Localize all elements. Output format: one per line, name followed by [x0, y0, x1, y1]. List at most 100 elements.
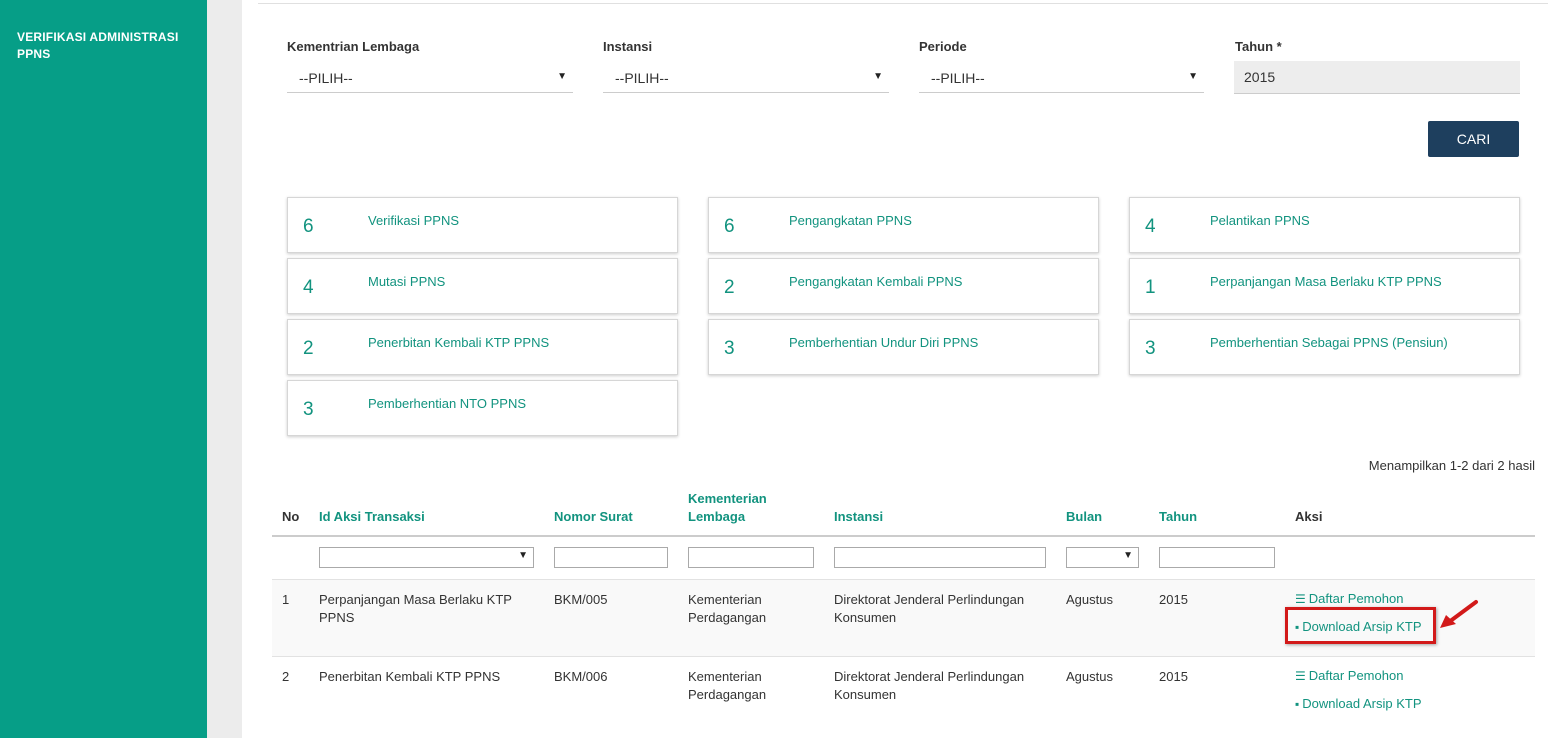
table-row-divider	[272, 656, 1535, 657]
card-label: Mutasi PPNS	[368, 274, 446, 289]
file-icon: ▪	[1295, 697, 1300, 711]
card-pengangkatan-kembali[interactable]: 2 Pengangkatan Kembali PPNS	[708, 258, 1099, 314]
column-header-no: No	[282, 509, 300, 524]
column-header-kementerian-line2: Lembaga	[688, 509, 746, 524]
row-id-aksi-line1: Perpanjangan Masa Berlaku KTP	[319, 592, 512, 607]
row-id-aksi: Penerbitan Kembali KTP PPNS	[319, 669, 501, 684]
nomor-surat-filter-input[interactable]	[554, 547, 668, 568]
card-penerbitan-kembali-ktp[interactable]: 2 Penerbitan Kembali KTP PPNS	[287, 319, 678, 375]
row-instansi-line2: Konsumen	[834, 610, 897, 625]
card-count: 4	[303, 277, 314, 298]
row-no: 1	[282, 592, 290, 607]
row-bulan: Agustus	[1066, 592, 1113, 607]
card-perpanjangan-ktp[interactable]: 1 Perpanjangan Masa Berlaku KTP PPNS	[1129, 258, 1520, 314]
column-header-tahun[interactable]: Tahun	[1159, 508, 1197, 526]
card-label: Verifikasi PPNS	[368, 213, 460, 228]
card-count: 1	[1145, 277, 1156, 298]
search-button[interactable]: CARI	[1428, 121, 1519, 157]
card-label: Pelantikan PPNS	[1210, 213, 1310, 228]
column-header-kementerian-line1: Kementerian	[688, 491, 767, 506]
card-pengangkatan[interactable]: 6 Pengangkatan PPNS	[708, 197, 1099, 253]
row-tahun: 2015	[1159, 592, 1188, 607]
highlight-box	[1285, 607, 1436, 644]
column-header-nomor-surat[interactable]: Nomor Surat	[554, 508, 633, 526]
kementrian-select[interactable]: --PILIH-- ▼	[287, 61, 573, 93]
column-header-instansi[interactable]: Instansi	[834, 508, 883, 526]
card-label: Pengangkatan PPNS	[789, 213, 912, 228]
card-count: 2	[303, 338, 314, 359]
kementerian-filter-input[interactable]	[688, 547, 814, 568]
row-kementerian-line1: Kementerian	[688, 592, 762, 607]
card-count: 6	[303, 216, 314, 237]
card-count: 3	[1145, 338, 1156, 359]
table-header-divider	[272, 535, 1535, 537]
row-no: 2	[282, 669, 290, 684]
row-bulan: Agustus	[1066, 669, 1113, 684]
list-icon: ☰	[1295, 592, 1306, 606]
row-tahun: 2015	[1159, 669, 1188, 684]
row-kementerian: Kementerian Perdagangan	[688, 591, 766, 627]
list-icon: ☰	[1295, 669, 1306, 683]
instansi-label: Instansi	[603, 39, 653, 54]
row-instansi: Direktorat Jenderal Perlindungan Konsume…	[834, 668, 1024, 704]
daftar-pemohon-link[interactable]: ☰ Daftar Pemohon	[1295, 591, 1403, 606]
card-pemberhentian-pensiun[interactable]: 3 Pemberhentian Sebagai PPNS (Pensiun)	[1129, 319, 1520, 375]
card-pemberhentian-nto[interactable]: 3 Pemberhentian NTO PPNS	[287, 380, 678, 436]
card-count: 2	[724, 277, 735, 298]
bulan-filter-select[interactable]: ▼	[1066, 547, 1139, 568]
row-id-aksi: Perpanjangan Masa Berlaku KTP PPNS	[319, 591, 512, 627]
sidebar: VERIFIKASI ADMINISTRASI PPNS	[0, 0, 207, 738]
card-label: Pengangkatan Kembali PPNS	[789, 274, 963, 289]
row-nomor-surat: BKM/005	[554, 592, 608, 607]
periode-select-value: --PILIH--	[931, 70, 985, 86]
card-count: 6	[724, 216, 735, 237]
row-instansi-line1: Direktorat Jenderal Perlindungan	[834, 669, 1025, 684]
card-pemberhentian-undur-diri[interactable]: 3 Pemberhentian Undur Diri PPNS	[708, 319, 1099, 375]
row-instansi-line1: Direktorat Jenderal Perlindungan	[834, 592, 1025, 607]
caret-down-icon: ▼	[557, 71, 567, 82]
card-count: 4	[1145, 216, 1156, 237]
row-instansi-line2: Konsumen	[834, 687, 897, 702]
row-kementerian-line1: Kementerian	[688, 669, 762, 684]
card-mutasi[interactable]: 4 Mutasi PPNS	[287, 258, 678, 314]
row-kementerian-line2: Perdagangan	[688, 610, 767, 625]
daftar-pemohon-link[interactable]: ☰ Daftar Pemohon	[1295, 668, 1403, 683]
caret-down-icon: ▼	[1188, 71, 1198, 82]
card-count: 3	[303, 399, 314, 420]
column-header-id-aksi[interactable]: Id Aksi Transaksi	[319, 508, 425, 526]
periode-label: Periode	[919, 39, 967, 54]
column-header-aksi: Aksi	[1295, 509, 1323, 524]
download-arsip-ktp-link[interactable]: ▪ Download Arsip KTP	[1295, 696, 1422, 711]
instansi-select[interactable]: --PILIH-- ▼	[603, 61, 889, 93]
card-label: Penerbitan Kembali KTP PPNS	[368, 335, 550, 350]
red-arrow-icon	[1440, 600, 1478, 628]
row-id-aksi-line2: PPNS	[319, 610, 355, 625]
card-label: Pemberhentian Undur Diri PPNS	[789, 335, 979, 350]
periode-select[interactable]: --PILIH-- ▼	[919, 61, 1204, 93]
card-label: Pemberhentian NTO PPNS	[368, 396, 526, 411]
card-label: Perpanjangan Masa Berlaku KTP PPNS	[1210, 274, 1442, 289]
instansi-select-value: --PILIH--	[615, 70, 669, 86]
caret-down-icon: ▼	[518, 550, 528, 561]
daftar-pemohon-label: Daftar Pemohon	[1308, 668, 1404, 683]
caret-down-icon: ▼	[873, 71, 883, 82]
tahun-field[interactable]: 2015	[1234, 61, 1520, 94]
daftar-pemohon-label: Daftar Pemohon	[1308, 591, 1404, 606]
tahun-label: Tahun *	[1235, 39, 1282, 54]
tahun-filter-input[interactable]	[1159, 547, 1275, 568]
id-aksi-filter-select[interactable]: ▼	[319, 547, 534, 568]
row-kementerian: Kementerian Perdagangan	[688, 668, 766, 704]
card-label: Pemberhentian Sebagai PPNS (Pensiun)	[1210, 335, 1448, 350]
row-nomor-surat: BKM/006	[554, 669, 608, 684]
result-summary: Menampilkan 1-2 dari 2 hasil	[1368, 458, 1535, 473]
column-header-bulan[interactable]: Bulan	[1066, 508, 1102, 526]
kementrian-label: Kementrian Lembaga	[287, 39, 420, 54]
row-kementerian-line2: Perdagangan	[688, 687, 767, 702]
card-verifikasi[interactable]: 6 Verifikasi PPNS	[287, 197, 678, 253]
column-header-kementerian[interactable]: Kementerian Lembaga	[688, 490, 767, 526]
top-divider	[258, 0, 1548, 4]
card-pelantikan[interactable]: 4 Pelantikan PPNS	[1129, 197, 1520, 253]
card-count: 3	[724, 338, 735, 359]
sidebar-item-verifikasi-administrasi[interactable]: VERIFIKASI ADMINISTRASI PPNS	[17, 29, 197, 63]
instansi-filter-input[interactable]	[834, 547, 1046, 568]
